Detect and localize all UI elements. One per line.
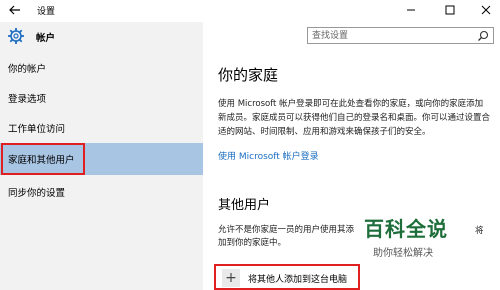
family-heading: 你的家庭 (218, 66, 279, 84)
close-icon[interactable] (477, 2, 495, 18)
sidebar-header: 帐户 (0, 22, 203, 50)
minimize-icon[interactable] (402, 2, 420, 18)
sidebar-item-your-account[interactable]: 你的帐户 (0, 52, 203, 84)
sidebar-item-sync-settings[interactable]: 同步你的设置 (0, 176, 203, 208)
add-other-user-button[interactable]: + 将其他人添加到这台电脑 (214, 264, 360, 290)
search-input[interactable] (312, 29, 472, 42)
sidebar-item-sign-in-options[interactable]: 登录选项 (0, 82, 203, 114)
sidebar-item-label: 你的帐户 (8, 64, 47, 75)
sidebar-item-label: 登录选项 (8, 94, 47, 105)
watermark-subtitle: 助你轻松解决 (373, 248, 433, 259)
search-box[interactable] (307, 27, 494, 44)
gear-icon (8, 28, 24, 44)
search-icon[interactable] (477, 30, 489, 42)
title-bar: 设置 (0, 0, 500, 22)
sidebar-header-label: 帐户 (36, 33, 56, 44)
sidebar-item-work-access[interactable]: 工作单位访问 (0, 112, 203, 144)
microsoft-sign-in-link[interactable]: 使用 Microsoft 帐户登录 (218, 149, 319, 162)
other-users-description: 允许不是你家庭一员的用户使用其添加到你的家庭中。 (218, 225, 355, 248)
highlight-frame (1, 143, 85, 175)
maximize-icon[interactable] (441, 2, 459, 18)
back-arrow-icon[interactable] (8, 3, 22, 17)
sidebar-item-label: 工作单位访问 (8, 124, 66, 135)
add-other-user-label: 将其他人添加到这台电脑 (248, 275, 348, 285)
watermark-title: 百科全说 (364, 217, 448, 241)
window-title: 设置 (37, 7, 56, 17)
other-users-heading: 其他用户 (218, 198, 271, 213)
plus-icon: + (222, 269, 240, 287)
other-users-description-tail: 将 (475, 226, 484, 236)
sidebar-item-label: 同步你的设置 (8, 188, 66, 199)
family-description: 使用 Microsoft 帐户登录即可在此处查看你的家庭，或向你的家庭添加新成员… (218, 99, 491, 137)
